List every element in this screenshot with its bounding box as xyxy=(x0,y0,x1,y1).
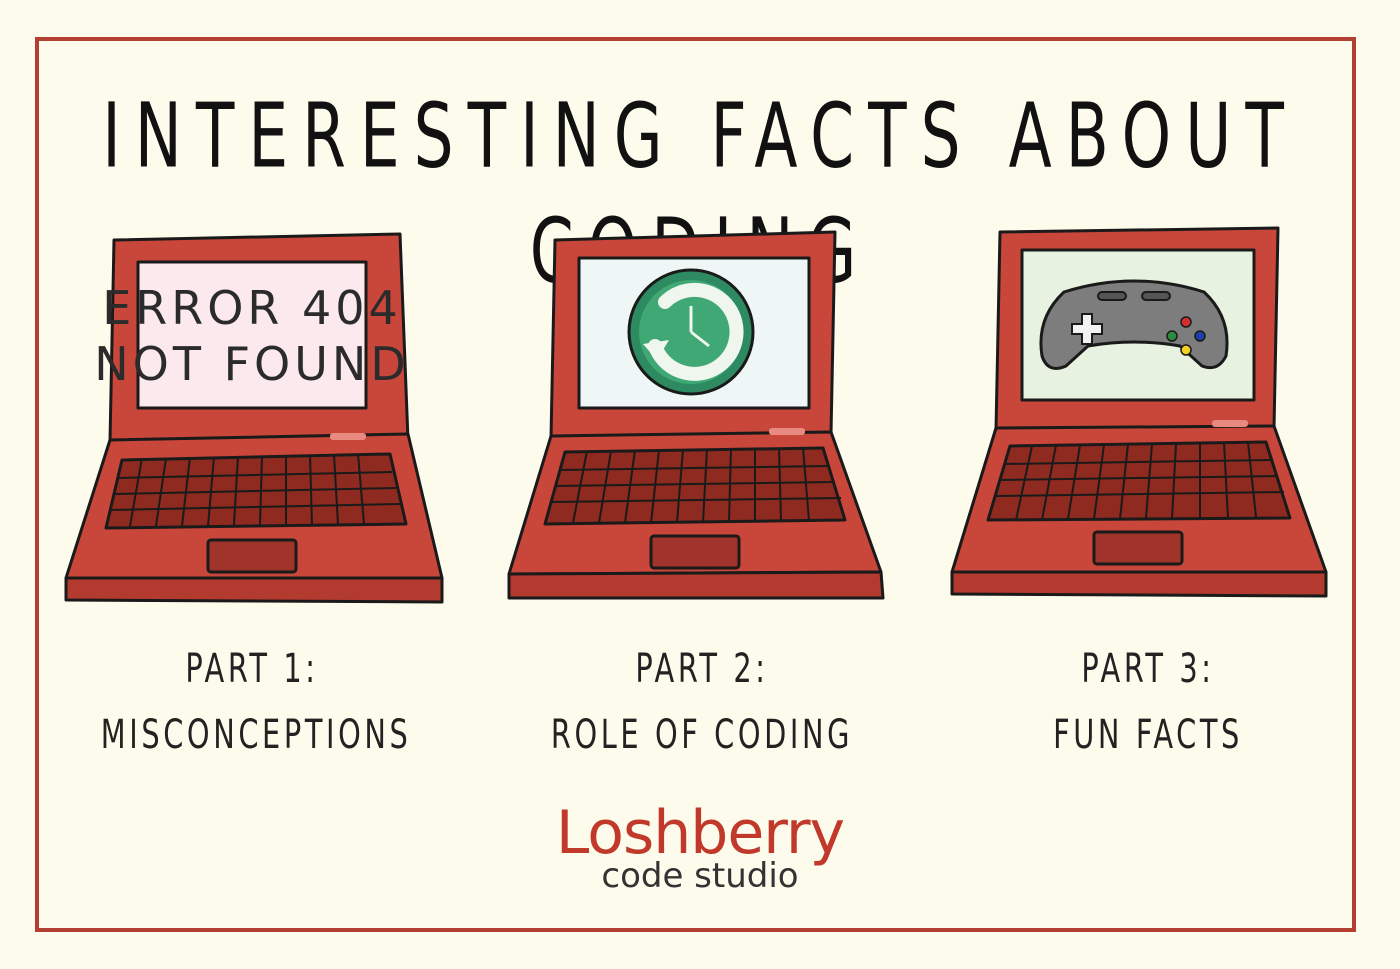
caption-part-2: PART 2: ROLE OF CODING xyxy=(551,636,853,768)
caption-part-1: PART 1: MISCONCEPTIONS xyxy=(100,636,412,768)
caption-part-1-number: PART 1: xyxy=(185,646,319,692)
laptop-1-screen-line-2: NOT FOUND xyxy=(94,337,410,391)
laptop-1: ERROR 404 NOT FOUND xyxy=(64,232,444,604)
laptop-3 xyxy=(950,226,1328,598)
caption-part-3-number: PART 3: xyxy=(1081,646,1215,692)
brand-subtitle: code studio xyxy=(601,856,799,896)
caption-part-1-topic: MISCONCEPTIONS xyxy=(100,712,412,758)
brand-logo: Loshberry code studio xyxy=(0,802,1400,894)
caption-part-3-topic: FUN FACTS xyxy=(1053,712,1243,758)
time-machine-icon xyxy=(627,268,755,396)
brand-name: Loshberry xyxy=(555,798,845,868)
caption-part-3: PART 3: FUN FACTS xyxy=(997,636,1299,768)
caption-part-2-number: PART 2: xyxy=(635,646,769,692)
caption-part-2-topic: ROLE OF CODING xyxy=(550,712,854,758)
laptop-1-screen-line-1: ERROR 404 xyxy=(102,281,402,335)
laptop-2 xyxy=(507,230,885,600)
